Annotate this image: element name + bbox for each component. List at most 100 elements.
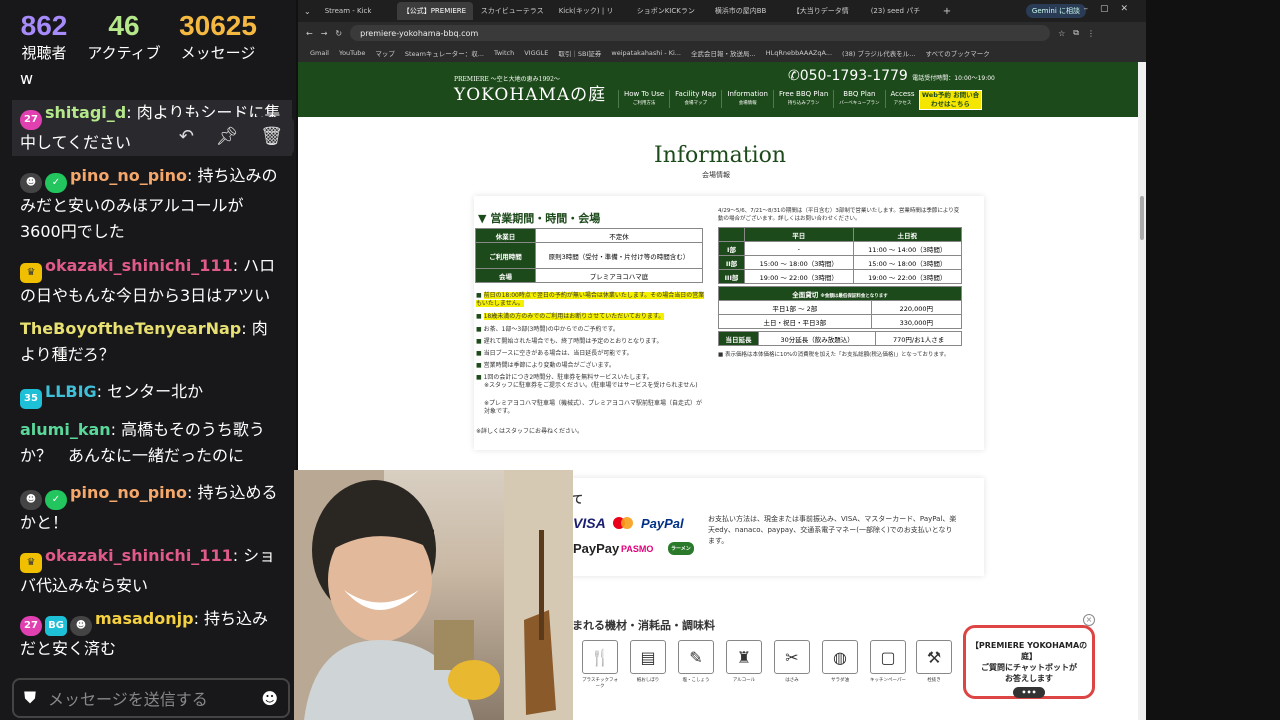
browser-tab[interactable]: Stream - Kick [319,2,395,20]
bookmark-item[interactable]: (38) ブラジル代表をル... [842,48,915,58]
back-icon[interactable]: ← [306,29,313,38]
nav-how-to-use[interactable]: How To Use ご利用方法 [618,90,669,108]
extension-table: 当日延長 30分延長（飲み放題込） 770円/お1人さま [718,331,962,346]
chat-message[interactable]: 35 LLBIG: センター北か [20,379,282,409]
bookmark-item[interactable]: HLqRnebbAAAZqA... [766,49,832,57]
alcohol-icon: ♜ [726,640,762,674]
site-logo[interactable]: PREMIERE 〜空と大地の恵み1992〜 YOKOHAMAの庭 [454,76,606,105]
browser-tab[interactable]: スカイビューテラス [475,2,551,20]
bookmark-item[interactable]: すべてのブックマーク [926,48,990,58]
rental-table: 全面貸切 ※金額は最低保証料金となります 平日1部 ～ 2部 220,000円 土… [718,286,963,329]
info-bullet: 当日ブースに空きがある場合は、当日延長が可能です。 [476,350,706,358]
subscriber-badge: 27 [20,110,42,130]
viewers-stat: 862 視聴者 [20,10,68,62]
bbq-grill-icon: ▼ [478,212,487,225]
phone-number[interactable]: ✆050-1793-1779 電話受付時間：10:00～19:00 [788,68,995,84]
bookmark-item[interactable]: Steamキュレーター：収... [405,48,484,58]
chat-message[interactable]: ☻ ✓ pino_no_pino: 持ち込めるかと！ [20,480,282,536]
new-tab-icon[interactable]: + [943,6,951,17]
bot-badge: ☻ [70,616,92,636]
schedule-table: 平日 土日祝 I部 -11:00 ～ 14:00（3時間） II部 15:00 ～ 1… [718,227,962,284]
nav-facility-map[interactable]: Facility Map 会場マップ [669,90,721,108]
extensions-icon[interactable]: ⧉ [1073,28,1079,38]
equipment-item: ▤ 紙おしぼり [630,640,666,683]
bookmarks-bar: Gmail YouTube マップ Steamキュレーター：収... Twitc… [298,44,1146,62]
chat-message[interactable]: TheBoyoftheTenyearNap: 肉より種だろ？ [20,316,282,368]
bg-badge: BG [45,616,67,636]
chat-message[interactable]: ♛ okazaki_shinichi_111: ハロの日やもんな今日から3日はアツ… [20,253,282,309]
bookmark-item[interactable]: YouTube [339,49,365,57]
nav-information[interactable]: Information 会場情報 [721,90,773,108]
reply-icon[interactable]: ↶ [179,126,194,147]
browser-tab-active[interactable]: 【公式】PREMIERE [396,2,473,20]
streamer-webcam-image [294,470,573,720]
bookmark-item[interactable]: マップ [375,48,395,58]
pin-icon[interactable]: 📌︎ [216,126,239,147]
browser-tab[interactable]: 横浜市の屋内BB [709,2,785,20]
message-hover-toolbar: ↶ 📌︎ 🗑︎ [168,117,294,155]
subscriber-badge: 35 [20,389,42,409]
browser-tab[interactable]: ショボンKICKラン [631,2,707,20]
delete-icon[interactable]: 🗑︎ [260,126,283,147]
url-field[interactable]: premiere-yokohama-bbq.com [350,25,1051,41]
bot-badge: ☻ [20,490,42,510]
hours-card-title: ▼ 営業期間・時間・会場 [478,212,601,225]
chat-message[interactable]: alumi_kan: 高橋もそのうち歌うか？ あんなに一緒だったのに [20,417,282,469]
info-note: ※詳しくはスタッフにお尋ねください。 [476,428,584,435]
site-nav: How To Use ご利用方法 Facility Map 会場マップ Inform… [618,90,919,108]
equipment-item: ✂ はさみ [774,640,810,683]
tab-list-icon[interactable]: ⌄ [304,7,311,16]
equipment-item: ⚒ 栓抜き [916,640,952,683]
emoji-icon[interactable]: ☻ [261,689,278,708]
equipment-item: ▢ キッチンペーパー [870,640,906,683]
chat-message[interactable]: ♛ okazaki_shinichi_111: ショバ代込みなら安い [20,543,282,599]
info-bullet: お茶、1部～3部(3時間)の中からでのご予約です。 [476,326,706,334]
site-header: PREMIERE 〜空と大地の恵み1992〜 YOKOHAMAの庭 ✆050-1… [298,62,1138,117]
bookmark-item[interactable]: VIGGLE [524,49,548,57]
menu-icon[interactable]: ⋮ [1087,29,1095,38]
chat-input[interactable]: ⛊ メッセージを送信する ☻ [12,678,290,718]
scrollbar-thumb[interactable] [1140,196,1144,240]
star-icon[interactable]: ☆ [1058,29,1065,38]
bookmark-item[interactable]: Twitch [494,49,514,57]
subscriber-badge: 27 [20,616,42,636]
crown-badge: ♛ [20,263,42,283]
nav-access[interactable]: Access アクセス [884,90,920,108]
bookmark-item[interactable]: 取引｜SBI証券 [558,48,601,58]
info-bullet: 営業時間は季節により変動の場合がございます。 [476,362,706,370]
chatbot-widget[interactable]: 【PREMIERE YOKOHAMAの庭】 ご質問にチャットボットが お答えしま… [963,625,1095,699]
browser-tab[interactable]: (23) seed パチ [865,2,941,20]
visa-logo: VISA [573,515,606,531]
chat-message[interactable]: ☻ ✓ pino_no_pino: 持ち込みのみだと安いのみほアルコールが3600円… [20,163,282,245]
window-controls[interactable]: –▢✕ [1083,4,1140,14]
crown-badge: ♛ [20,553,42,573]
address-bar-row: ← → ↻ premiere-yokohama-bbq.com ☆ ⧉ ⋮ [298,22,1146,44]
nav-bbq-plan[interactable]: BBQ Plan バーベキュープラン [833,90,884,108]
web-reservation-button[interactable]: Web予約 お問い合わせはこちら [919,90,982,110]
paypal-logo: PayPal [641,516,684,531]
bookmark-item[interactable]: weipatakahashi - Ki... [611,49,681,57]
browser-tab[interactable]: Kick(キック) | リ [553,2,629,20]
browser-tab[interactable]: 【大当りデータ情 [787,2,863,20]
background-area [1146,0,1280,720]
info-bullet: 遅れて開始された場合でも、終了時間は予定のとおりとなります。 [476,338,706,346]
pasmo-logo: PASMO [621,544,654,554]
shield-icon[interactable]: ⛊ [24,688,36,708]
verified-badge: ✓ [45,490,67,510]
chat-message[interactable]: 27 BG ☻ masadonjp: 持ち込みだと安く済む [20,606,282,662]
chat-partial-line: w [20,69,34,88]
forward-icon[interactable]: → [321,29,328,38]
messages-stat: 30625 メッセージ [179,10,257,62]
equipment-item: ♜ アルコール [726,640,762,683]
chatbot-close-icon[interactable]: × [1083,614,1095,626]
bookmark-item[interactable]: Gmail [310,49,329,57]
page-scrollbar[interactable] [1138,62,1146,720]
reload-icon[interactable]: ↻ [335,29,342,38]
bookmark-item[interactable]: 全武会日報・放送局... [691,48,756,58]
gemini-button[interactable]: Gemini に相談 [1025,4,1086,18]
scissors-icon: ✂ [774,640,810,674]
tab-bar: ⌄ Stream - Kick 【公式】PREMIERE スカイビューテラス K… [298,0,1146,22]
paypay-logo: PayPay [573,541,620,556]
nav-free-bbq-plan[interactable]: Free BBQ Plan 持ち込みプラン [772,90,833,108]
opener-icon: ⚒ [916,640,952,674]
